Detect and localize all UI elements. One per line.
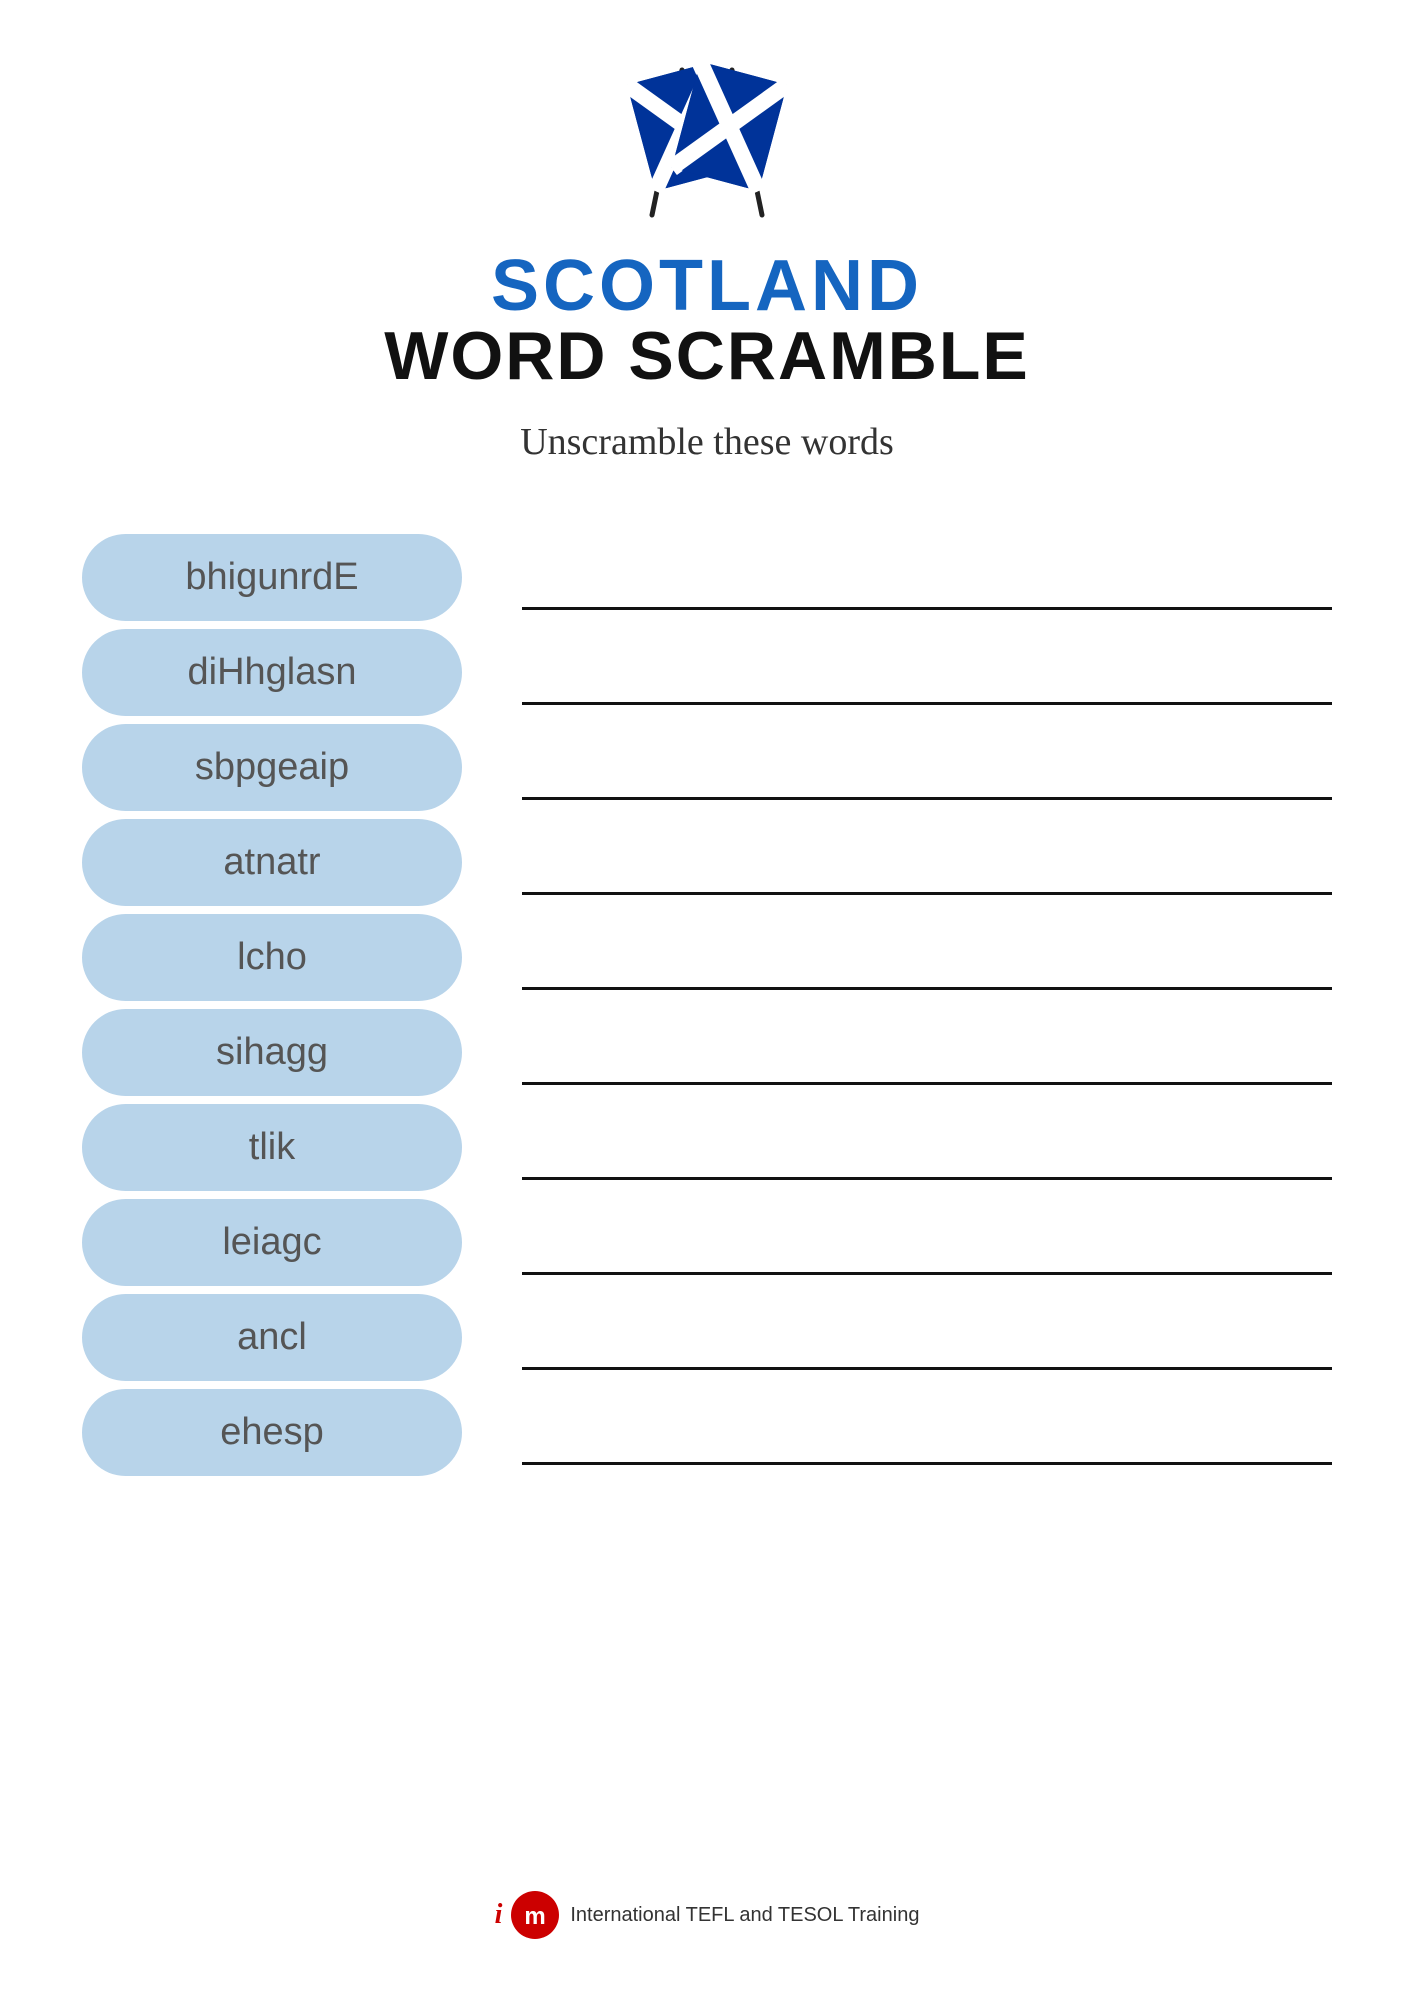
answer-line-2 (522, 797, 1332, 800)
word-row: bhigunrdE (82, 534, 1332, 621)
footer-logo-i: i (495, 1899, 503, 1931)
answer-line-container-7 (462, 1203, 1332, 1283)
scrambled-word-6: tlik (82, 1104, 462, 1191)
scrambled-word-3: atnatr (82, 819, 462, 906)
answer-line-1 (522, 702, 1332, 705)
answer-line-container-1 (462, 633, 1332, 713)
title-scotland: SCOTLAND (491, 250, 923, 322)
word-row: atnatr (82, 819, 1332, 906)
answer-line-container-4 (462, 918, 1332, 998)
scrambled-word-5: sihagg (82, 1009, 462, 1096)
word-row: tlik (82, 1104, 1332, 1191)
word-row: sbpgeaip (82, 724, 1332, 811)
header: SCOTLAND WORD SCRAMBLE Unscramble these … (384, 60, 1030, 504)
answer-line-3 (522, 892, 1332, 895)
answer-line-container-3 (462, 823, 1332, 903)
answer-line-container-8 (462, 1298, 1332, 1378)
scrambled-word-9: ehesp (82, 1389, 462, 1476)
answer-line-6 (522, 1177, 1332, 1180)
footer-logo: i m (495, 1890, 561, 1940)
scrambled-word-7: leiagc (82, 1199, 462, 1286)
word-row: ancl (82, 1294, 1332, 1381)
answer-line-7 (522, 1272, 1332, 1275)
answer-line-container-2 (462, 728, 1332, 808)
scrambled-word-1: diHhglasn (82, 629, 462, 716)
answer-line-container-5 (462, 1013, 1332, 1093)
flags-logo (597, 60, 817, 240)
word-row: leiagc (82, 1199, 1332, 1286)
footer-brand-text: International TEFL and TESOL Training (570, 1904, 919, 1927)
word-list: bhigunrdEdiHhglasnsbpgeaipatnatrlchosiha… (82, 534, 1332, 1484)
answer-line-container-9 (462, 1393, 1332, 1473)
subtitle: Unscramble these words (520, 420, 894, 464)
scrambled-word-4: lcho (82, 914, 462, 1001)
scrambled-word-2: sbpgeaip (82, 724, 462, 811)
page-container: SCOTLAND WORD SCRAMBLE Unscramble these … (0, 0, 1414, 2000)
footer: i m International TEFL and TESOL Trainin… (495, 1860, 920, 1940)
answer-line-8 (522, 1367, 1332, 1370)
title-word-scramble: WORD SCRAMBLE (384, 322, 1030, 390)
answer-line-5 (522, 1082, 1332, 1085)
svg-text:m: m (525, 1903, 546, 1930)
word-row: lcho (82, 914, 1332, 1001)
word-row: ehesp (82, 1389, 1332, 1476)
answer-line-container-6 (462, 1108, 1332, 1188)
scrambled-word-8: ancl (82, 1294, 462, 1381)
answer-line-0 (522, 607, 1332, 610)
scrambled-word-0: bhigunrdE (82, 534, 462, 621)
word-row: diHhglasn (82, 629, 1332, 716)
answer-line-container-0 (462, 538, 1332, 618)
footer-logo-icon: m (510, 1890, 560, 1940)
answer-line-4 (522, 987, 1332, 990)
word-row: sihagg (82, 1009, 1332, 1096)
answer-line-9 (522, 1462, 1332, 1465)
